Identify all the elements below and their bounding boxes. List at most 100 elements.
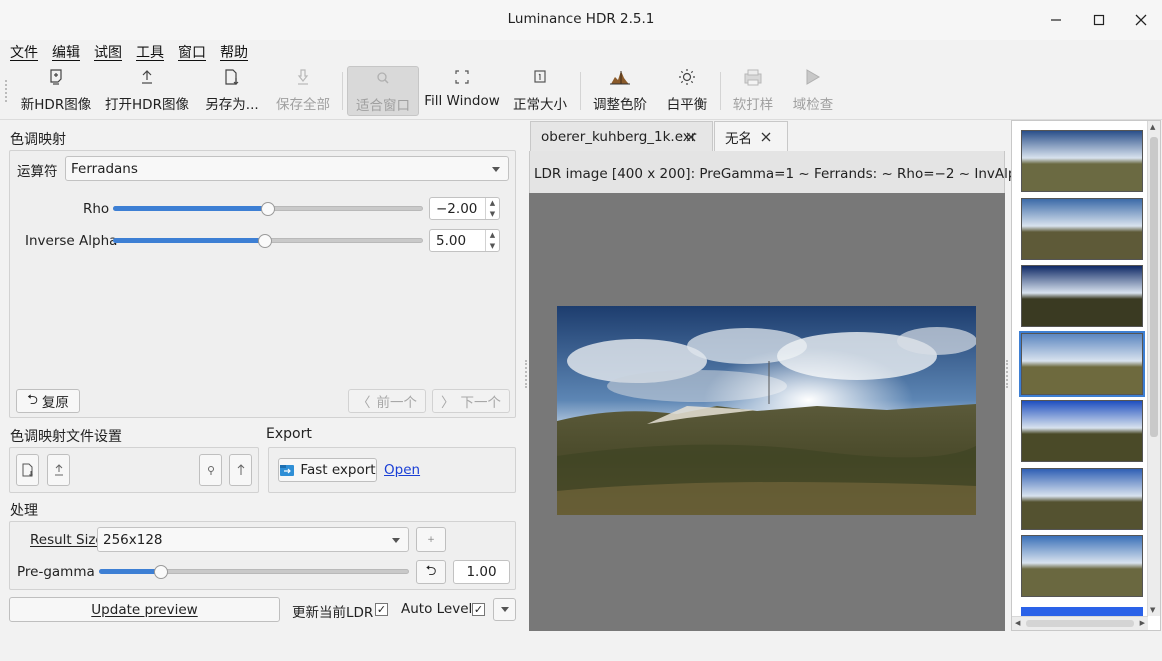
plus-icon: +	[427, 534, 435, 545]
new-hdr-icon	[48, 66, 64, 88]
spin-down-icon[interactable]: ▼	[486, 209, 499, 220]
menu-help[interactable]: 帮助	[220, 42, 248, 62]
tonemap-section-title: 色调映射	[10, 132, 66, 148]
fit-window-button[interactable]: 适合窗口	[347, 66, 419, 116]
normal-size-button[interactable]: 正常大小	[506, 66, 574, 116]
splitter-handle[interactable]	[1006, 360, 1009, 388]
tonemap-preview-thumbnail[interactable]	[1021, 130, 1143, 192]
chevron-down-icon	[492, 166, 500, 172]
next-button[interactable]: 〉下一个	[432, 389, 510, 413]
close-button[interactable]	[1128, 8, 1154, 32]
settings-db-button[interactable]	[199, 454, 222, 486]
previous-button[interactable]: 〈前一个	[348, 389, 426, 413]
open-export-link[interactable]: Open	[384, 462, 420, 478]
fill-window-label: Fill Window	[424, 93, 500, 109]
scrollbar-thumb[interactable]	[1150, 137, 1158, 437]
horizontal-scrollbar[interactable]: ◀ ▶	[1012, 616, 1148, 630]
tonemap-group: 运算符 Ferradans Rho −2.00 ▲ ▼ Inverse Alpha…	[9, 150, 516, 418]
save-as-button[interactable]: 另存为...	[200, 66, 264, 116]
vertical-scrollbar[interactable]: ▲ ▼	[1147, 121, 1160, 616]
levels-button[interactable]: 调整色阶	[587, 66, 653, 116]
soft-proof-button[interactable]: 软打样	[726, 66, 780, 116]
open-hdr-button[interactable]: 打开HDR图像	[102, 66, 192, 116]
result-size-label: Result Size	[30, 532, 104, 548]
maximize-button[interactable]	[1086, 8, 1112, 32]
spin-up-icon[interactable]: ▲	[486, 230, 499, 241]
image-viewer[interactable]	[529, 193, 1005, 631]
save-settings-button[interactable]	[16, 454, 39, 486]
menu-view[interactable]: 试图	[94, 42, 122, 62]
save-file-icon	[22, 463, 33, 477]
result-size-select[interactable]: 256x128	[97, 527, 409, 552]
menu-file[interactable]: 文件	[10, 42, 38, 62]
load-settings-button[interactable]	[47, 454, 70, 486]
scroll-right-icon[interactable]: ▶	[1140, 619, 1145, 627]
normal-size-label: 正常大小	[513, 97, 567, 113]
open-hdr-label: 打开HDR图像	[105, 97, 189, 113]
tonemap-preview-thumbnail[interactable]	[1021, 535, 1143, 597]
scrollbar-thumb[interactable]	[1026, 620, 1134, 627]
processing-group: Result Size 256x128 + Pre-gamma ⮌ 1.00	[9, 521, 516, 590]
update-current-ldr-label: 更新当前LDR	[292, 605, 374, 621]
close-icon[interactable]	[761, 132, 771, 142]
operator-select[interactable]: Ferradans	[65, 156, 509, 181]
spin-down-icon[interactable]: ▼	[486, 241, 499, 252]
menu-window[interactable]: 窗口	[178, 42, 206, 62]
menu-tools[interactable]: 工具	[136, 42, 164, 62]
update-current-ldr-checkbox[interactable]: ✓	[375, 603, 388, 616]
chevron-left-icon: 〈	[357, 395, 371, 411]
rho-spinbox[interactable]: −2.00 ▲ ▼	[429, 197, 500, 220]
white-balance-button[interactable]: 白平衡	[660, 66, 714, 116]
scroll-down-icon[interactable]: ▼	[1150, 606, 1155, 614]
gamut-check-label: 域检查	[792, 97, 834, 113]
tonemap-preview-thumbnail[interactable]	[1021, 197, 1143, 260]
pregamma-slider-fill	[99, 569, 161, 574]
update-preview-button[interactable]: Update preview	[9, 597, 280, 622]
tab-oberer-kuhberg[interactable]: oberer_kuhberg_1k.exr	[530, 121, 713, 151]
white-balance-label: 白平衡	[666, 97, 708, 113]
toolbar: 新HDR图像 打开HDR图像 另存为... 保存全部 适合窗口 Fill Win…	[0, 62, 1162, 120]
save-all-icon	[295, 66, 311, 88]
result-size-value: 256x128	[103, 531, 163, 548]
tonemap-preview-thumbnail[interactable]	[1021, 265, 1143, 327]
spin-up-icon[interactable]: ▲	[486, 198, 499, 209]
new-hdr-label: 新HDR图像	[20, 97, 92, 113]
tab-untitled[interactable]: 无名	[714, 121, 788, 152]
new-hdr-button[interactable]: 新HDR图像	[16, 66, 96, 116]
toolbar-separator	[580, 72, 581, 110]
menu-edit[interactable]: 编辑	[52, 42, 80, 62]
rho-slider-fill	[113, 206, 268, 211]
tonemap-preview-thumbnail[interactable]	[1021, 400, 1143, 462]
rho-value: −2.00	[436, 200, 478, 217]
save-all-button[interactable]: 保存全部	[270, 66, 336, 116]
auto-levels-checkbox[interactable]: ✓	[472, 603, 485, 616]
pregamma-slider-handle[interactable]	[154, 565, 168, 579]
pin-icon	[207, 466, 214, 475]
scroll-up-icon[interactable]: ▲	[1150, 123, 1155, 131]
save-as-icon	[223, 66, 241, 88]
levels-options-button[interactable]	[493, 598, 516, 621]
tonemap-preview-thumbnail[interactable]	[1021, 467, 1143, 530]
processing-section-title: 处理	[10, 503, 38, 519]
pregamma-value-field[interactable]: 1.00	[453, 560, 510, 584]
inverse-alpha-spinbox[interactable]: 5.00 ▲ ▼	[429, 229, 500, 252]
minimize-button[interactable]	[1043, 8, 1069, 32]
pregamma-reset-button[interactable]: ⮌	[416, 560, 446, 584]
fill-window-button[interactable]: Fill Window	[424, 66, 500, 116]
inverse-alpha-slider-handle[interactable]	[257, 234, 272, 248]
toolbar-separator	[342, 72, 343, 110]
gamut-check-button[interactable]: 域检查	[786, 66, 840, 116]
splitter-handle[interactable]	[525, 360, 528, 388]
preview-thumbnail-panel: ▲ ▼ ◀ ▶	[1011, 120, 1161, 631]
import-settings-button[interactable]	[229, 454, 252, 486]
soft-proof-label: 软打样	[732, 97, 774, 113]
toolbar-grip	[5, 80, 8, 102]
tab-label: 无名	[725, 131, 752, 147]
close-icon[interactable]	[686, 132, 696, 142]
scroll-left-icon[interactable]: ◀	[1015, 619, 1020, 627]
fast-export-button[interactable]: Fast export	[278, 458, 377, 482]
rho-slider-handle[interactable]	[261, 202, 275, 216]
add-size-button[interactable]: +	[416, 527, 446, 552]
tonemap-preview-thumbnail[interactable]	[1019, 330, 1145, 397]
reset-button[interactable]: ⮌ 复原	[16, 389, 80, 413]
